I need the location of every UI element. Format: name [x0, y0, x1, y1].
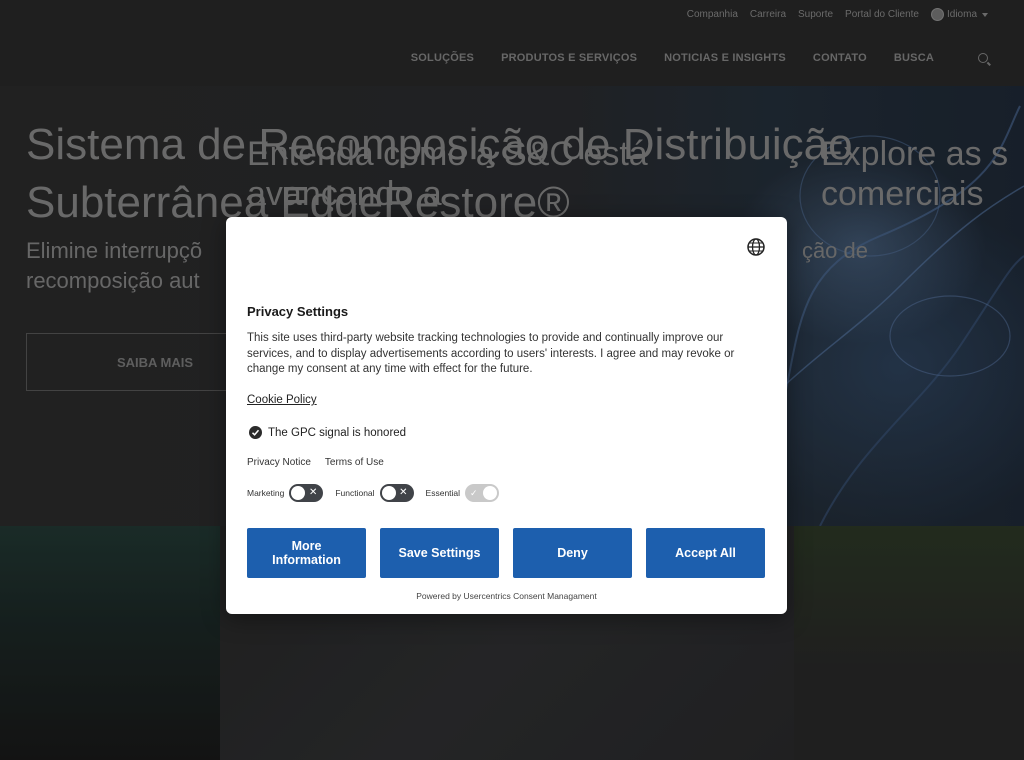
privacy-title: Privacy Settings: [247, 304, 349, 319]
functional-toggle[interactable]: ✕: [379, 484, 414, 502]
consent-buttons: More Information Save Settings Deny Accep…: [247, 528, 765, 578]
privacy-body: This site uses third-party website track…: [247, 332, 735, 375]
essential-label: Essential: [425, 488, 461, 498]
x-icon: ✕: [399, 487, 408, 498]
privacy-notice-link[interactable]: Privacy Notice: [247, 457, 311, 468]
cookie-policy-link[interactable]: Cookie Policy: [247, 394, 317, 406]
accept-all-button[interactable]: Accept All: [646, 528, 765, 578]
check-icon: ✓: [470, 488, 478, 498]
gpc-text: The GPC signal is honored: [268, 426, 407, 439]
language-globe-icon[interactable]: [746, 237, 766, 257]
privacy-settings-dialog: Privacy Settings This site uses third-pa…: [226, 217, 787, 614]
marketing-label: Marketing: [247, 488, 285, 498]
consent-toggles: Marketing ✕ Functional ✕ Essential ✓: [247, 484, 511, 502]
powered-by: Powered by Usercentrics Consent Managame…: [416, 591, 597, 601]
gpc-status: The GPC signal is honored: [249, 426, 406, 439]
functional-toggle-group: Functional ✕: [335, 484, 414, 502]
more-info-line1: More: [291, 539, 322, 553]
more-information-button[interactable]: More Information: [247, 528, 366, 578]
essential-toggle: ✓: [465, 484, 500, 502]
essential-toggle-group: Essential ✓: [426, 484, 500, 502]
deny-button[interactable]: Deny: [513, 528, 632, 578]
policy-links: Privacy Notice Terms of Use: [247, 457, 384, 468]
check-circle-icon: [249, 426, 262, 439]
functional-label: Functional: [335, 488, 375, 498]
terms-of-use-link[interactable]: Terms of Use: [325, 457, 384, 468]
more-info-line2: Information: [272, 553, 341, 567]
marketing-toggle-group: Marketing ✕: [247, 484, 324, 502]
save-settings-button[interactable]: Save Settings: [380, 528, 499, 578]
marketing-toggle[interactable]: ✕: [289, 484, 324, 502]
x-icon: ✕: [308, 487, 318, 498]
